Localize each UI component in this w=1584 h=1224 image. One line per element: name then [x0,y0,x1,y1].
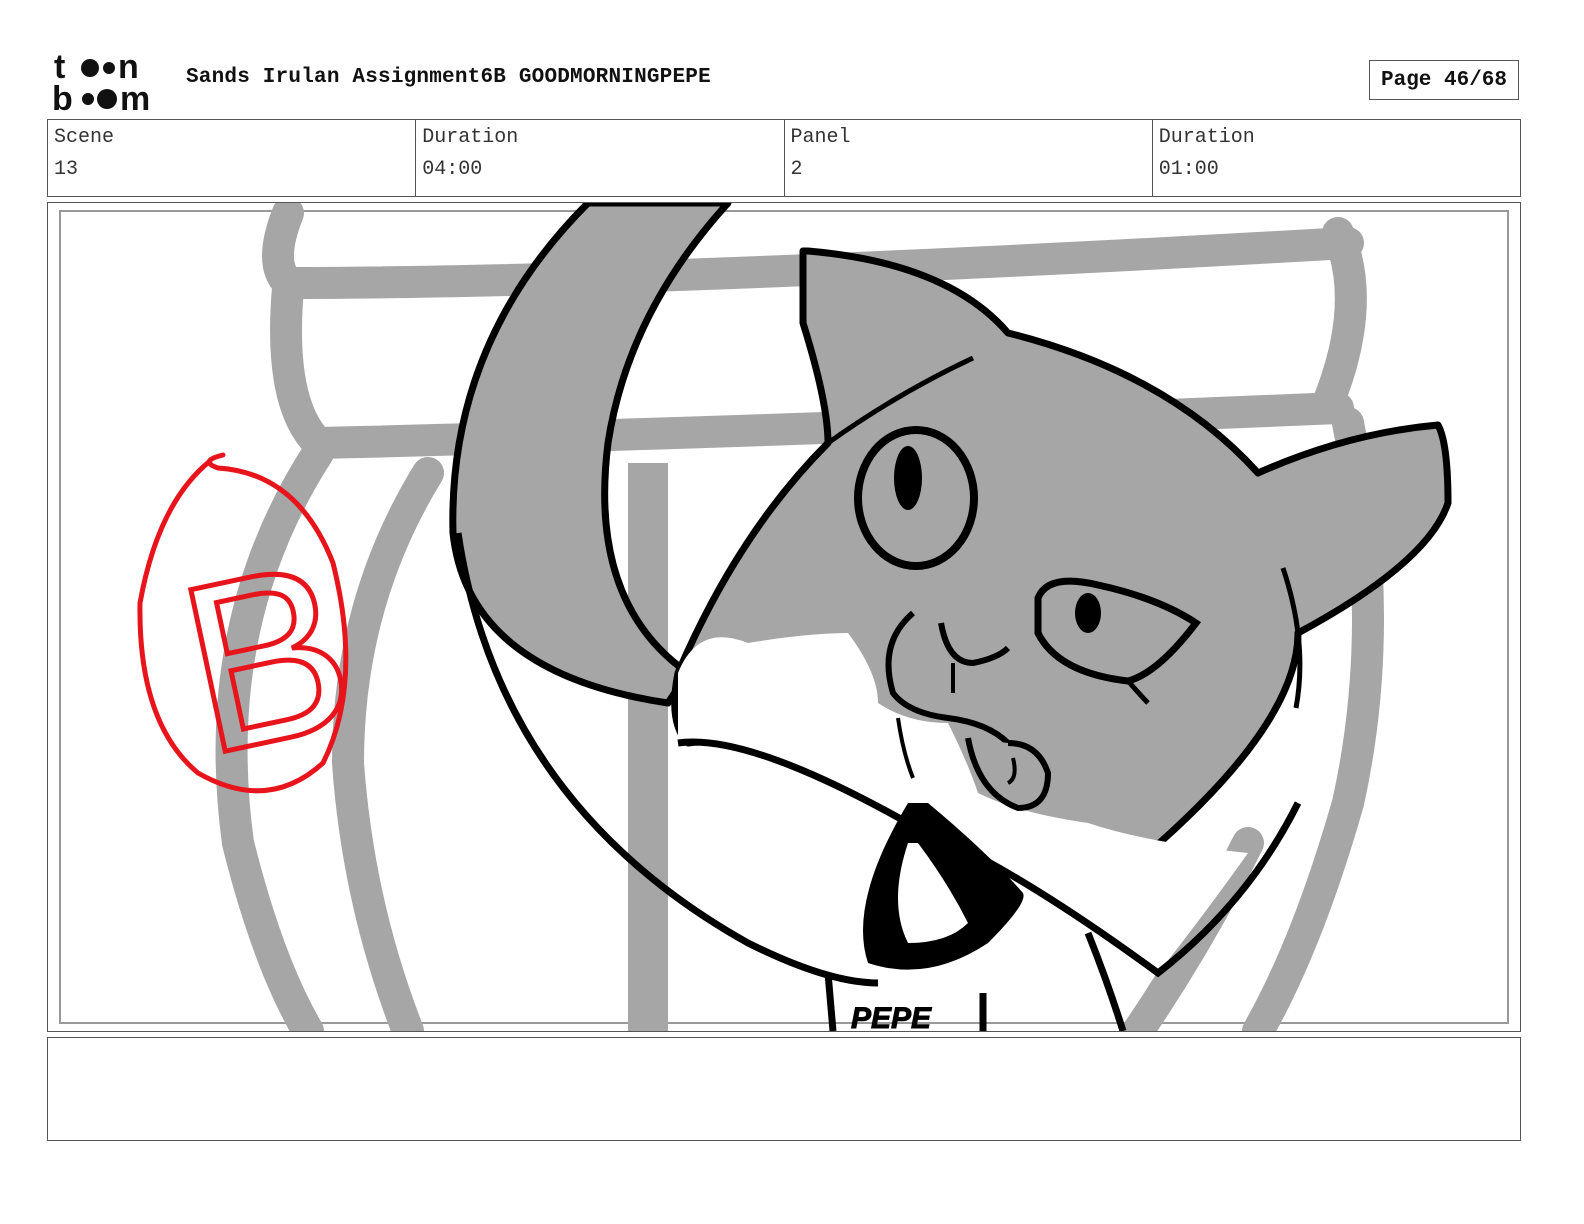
panel-drawing: PEPE B [59,203,1509,1031]
toonboom-logo: t n b m [50,48,170,118]
annotation-letter: B [161,510,373,805]
scene-info-table: Scene 13 Duration 04:00 Panel 2 Duration… [47,119,1521,197]
panel-notes-box [47,1037,1521,1141]
scene-duration-cell: Duration 04:00 [416,120,785,196]
right-post-top [1312,217,1367,419]
panel-duration-value: 01:00 [1158,158,1219,181]
logo-m: m [120,80,150,116]
logo-dot [97,89,117,109]
panel-label: Panel [790,126,851,149]
panel-cell: Panel 2 [785,120,1153,196]
scene-cell: Scene 13 [48,120,417,196]
panel-value: 2 [790,158,803,181]
storyboard-panel: PEPE B [47,202,1521,1032]
left-pupil [894,446,922,510]
scene-label: Scene [54,126,115,149]
panel-duration-label: Duration [1158,126,1255,149]
right-pupil [1075,593,1101,633]
scene-duration-label: Duration [422,126,519,149]
panel-duration-cell: Duration 01:00 [1153,120,1520,196]
scene-value: 13 [54,158,79,181]
document-title: Sands Irulan Assignment6B GOODMORNINGPEP… [186,66,711,89]
scene-duration-value: 04:00 [422,158,483,181]
center-post [628,463,668,1031]
logo-dot [103,62,115,74]
body-line-left [824,972,837,1031]
page-indicator: Page 46/68 [1369,60,1519,100]
logo-dot [81,59,99,77]
logo-b: b [52,80,73,116]
shirt-text: PEPE [851,1002,932,1031]
logo-dot [82,93,94,105]
